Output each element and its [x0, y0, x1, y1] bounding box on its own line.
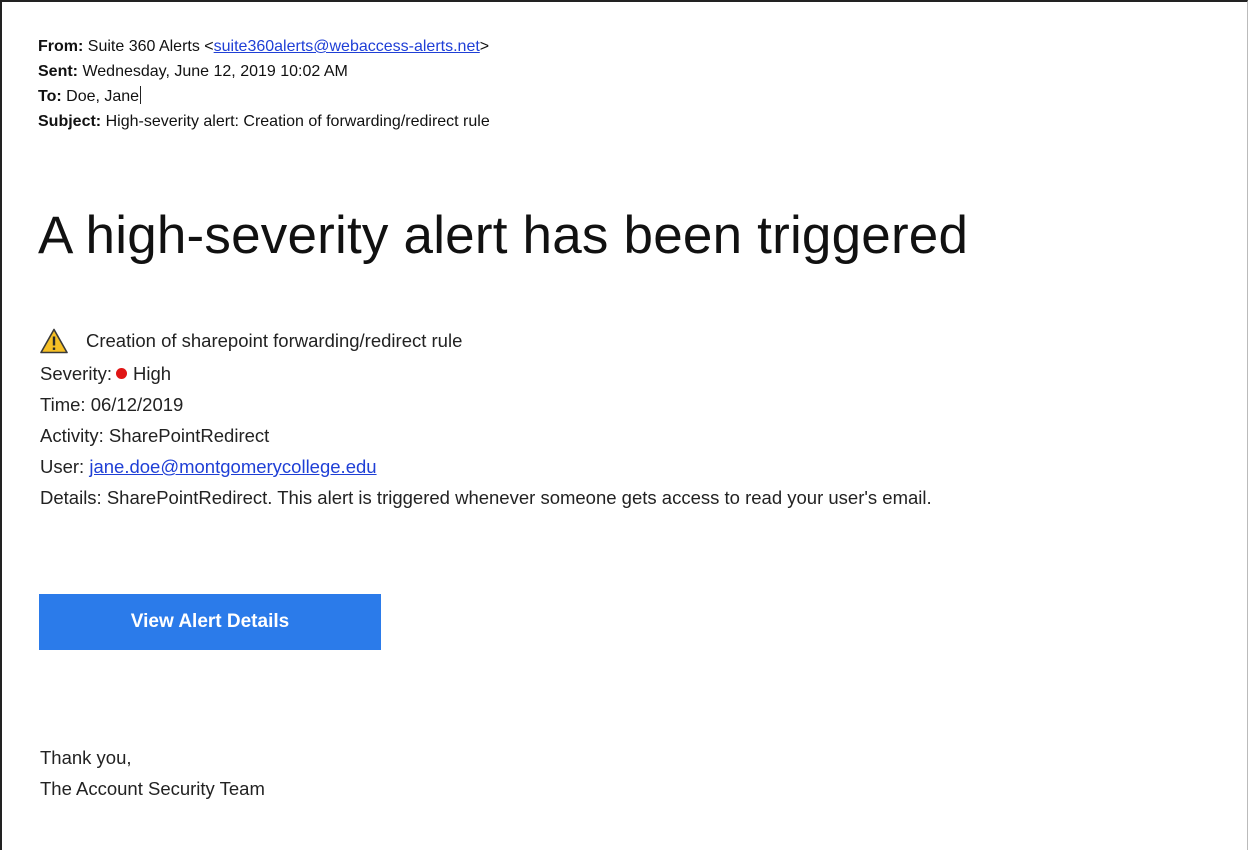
to-value: Doe, Jane — [66, 88, 140, 105]
from-email-link[interactable]: suite360alerts@webaccess-alerts.net — [214, 38, 480, 55]
time-value: 06/12/2019 — [90, 394, 184, 415]
text-cursor — [140, 86, 142, 104]
alert-body: Creation of sharepoint forwarding/redire… — [40, 324, 932, 513]
sent-row: Sent: Wednesday, June 12, 2019 10:02 AM — [38, 59, 490, 84]
user-email-link[interactable]: jane.doe@montgomerycollege.edu — [89, 456, 376, 477]
subject-row: Subject: High-severity alert: Creation o… — [38, 109, 490, 134]
from-name: Suite 360 Alerts < — [87, 38, 214, 55]
details-row: Details: SharePointRedirect. This alert … — [40, 482, 932, 513]
view-alert-details-button[interactable]: View Alert Details — [39, 594, 381, 650]
activity-row: Activity: SharePointRedirect — [40, 420, 932, 451]
time-row: Time: 06/12/2019 — [40, 389, 932, 420]
details-label: Details: — [40, 487, 102, 508]
closing-thanks: Thank you, — [40, 747, 132, 768]
to-label: To: — [38, 88, 62, 105]
user-row: User: jane.doe@montgomerycollege.edu — [40, 451, 932, 482]
time-label: Time: — [40, 394, 86, 415]
severity-value: High — [132, 363, 172, 384]
alert-title: A high-severity alert has been triggered — [38, 206, 969, 265]
severity-row: Severity: High — [40, 358, 932, 389]
from-label: From: — [38, 38, 84, 55]
to-row: To: Doe, Jane — [38, 84, 490, 109]
subject-value: High-severity alert: Creation of forward… — [105, 113, 490, 130]
email-signature: Thank you, The Account Security Team — [40, 742, 265, 804]
sent-label: Sent: — [38, 63, 78, 80]
activity-label: Activity: — [40, 425, 104, 446]
closing-team: The Account Security Team — [40, 778, 265, 799]
subject-label: Subject: — [38, 113, 102, 130]
severity-dot-icon — [115, 368, 127, 379]
from-row: From: Suite 360 Alerts <suite360alerts@w… — [38, 34, 490, 59]
warning-icon — [40, 328, 68, 354]
sent-value: Wednesday, June 12, 2019 10:02 AM — [82, 63, 348, 80]
email-header: From: Suite 360 Alerts <suite360alerts@w… — [38, 34, 490, 134]
from-close: > — [479, 38, 490, 55]
alert-description: Creation of sharepoint forwarding/redire… — [86, 330, 463, 351]
user-label: User: — [40, 456, 85, 477]
details-value: SharePointRedirect. This alert is trigge… — [106, 487, 932, 508]
severity-label: Severity: — [40, 363, 112, 384]
alert-description-row: Creation of sharepoint forwarding/redire… — [40, 324, 932, 358]
activity-value: SharePointRedirect — [108, 425, 270, 446]
